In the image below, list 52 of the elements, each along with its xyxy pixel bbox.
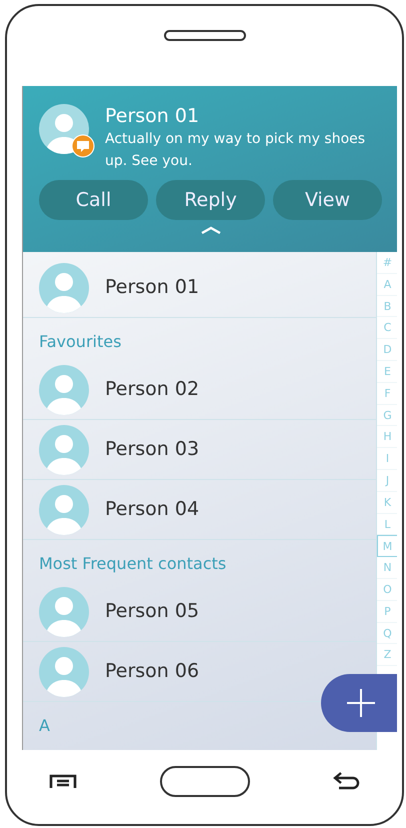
index-letter[interactable]: M — [377, 535, 397, 558]
index-letter[interactable]: B — [377, 296, 397, 318]
index-letter[interactable]: P — [377, 600, 397, 623]
index-letter[interactable]: A — [377, 274, 397, 296]
contact-name: Person 03 — [105, 437, 200, 462]
index-letter[interactable]: Q — [377, 622, 397, 644]
message-text: Actually on my way to pick my shoes up. See you. — [105, 130, 366, 171]
contact-name: Person 04 — [105, 497, 200, 522]
index-letter[interactable]: E — [377, 360, 397, 383]
add-button[interactable] — [321, 674, 397, 732]
contact-row[interactable]: Person 01 — [23, 258, 293, 316]
avatar-icon — [39, 586, 89, 636]
section-header: A — [39, 715, 50, 737]
action-button[interactable]: Call — [39, 180, 148, 220]
contact-name: Person 01 — [105, 275, 200, 300]
index-letter[interactable]: # — [377, 252, 397, 274]
action-button[interactable]: Reply — [156, 180, 265, 220]
message-icon — [71, 134, 95, 158]
section-header: Favourites — [39, 331, 122, 353]
contact-name: Person 02 — [105, 377, 200, 402]
index-letter[interactable]: G — [377, 404, 397, 426]
avatar-icon — [39, 646, 89, 696]
contact-row[interactable]: Person 03 — [23, 420, 293, 478]
sender-name: Person 01 — [105, 104, 200, 128]
index-letter[interactable]: H — [377, 426, 397, 448]
index-letter[interactable]: D — [377, 339, 397, 361]
avatar-icon — [39, 424, 89, 474]
index-letter[interactable]: N — [377, 557, 397, 579]
avatar-icon — [39, 484, 89, 534]
contact-name: Person 06 — [105, 659, 200, 684]
avatar-icon — [39, 262, 89, 312]
index-letter[interactable]: K — [377, 492, 397, 514]
back-icon[interactable] — [332, 772, 360, 792]
index-letter[interactable]: Z — [377, 644, 397, 666]
index-letter[interactable]: I — [377, 448, 397, 470]
contact-row[interactable]: Person 02 — [23, 360, 293, 418]
index-letter[interactable]: F — [377, 382, 397, 405]
action-button[interactable]: View — [273, 180, 382, 220]
contact-row[interactable]: Person 06 — [23, 642, 293, 700]
index-letter[interactable]: J — [377, 470, 397, 492]
section-header: Most Frequent contacts — [39, 553, 226, 575]
contact-row[interactable]: Person 05 — [23, 582, 293, 640]
collapse-chevron-icon[interactable] — [200, 226, 220, 234]
index-letter[interactable]: O — [377, 578, 397, 601]
home-button[interactable] — [160, 766, 250, 797]
contact-row[interactable]: Person 04 — [23, 480, 293, 538]
index-letter[interactable]: C — [377, 317, 397, 340]
contact-name: Person 05 — [105, 599, 200, 624]
menu-icon[interactable] — [48, 774, 76, 790]
plus-icon — [346, 688, 376, 718]
avatar-icon — [39, 364, 89, 414]
index-letter[interactable]: L — [377, 514, 397, 536]
